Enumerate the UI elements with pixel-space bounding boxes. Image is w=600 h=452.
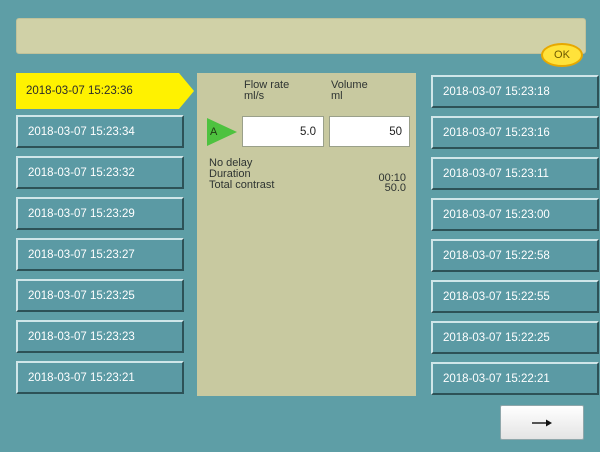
volume-header: Volume ml xyxy=(331,80,368,102)
volume-unit: ml xyxy=(331,90,343,102)
volume-value-field: 50 xyxy=(329,116,410,147)
total-contrast-value: 50.0 xyxy=(384,182,406,194)
history-item-right-2[interactable]: 2018-03-07 15:23:16 xyxy=(431,116,599,149)
history-item-selected[interactable]: 2018-03-07 15:23:36 xyxy=(16,73,194,109)
history-item-left-2[interactable]: 2018-03-07 15:23:32 xyxy=(16,156,184,189)
next-page-button[interactable] xyxy=(500,405,584,440)
total-contrast-label: Total contrast xyxy=(209,179,275,191)
flow-rate-unit: ml/s xyxy=(244,90,265,102)
history-item-right-4[interactable]: 2018-03-07 15:23:00 xyxy=(431,198,599,231)
message-bar xyxy=(16,18,586,54)
ok-button[interactable]: OK xyxy=(541,43,583,67)
history-item-left-5[interactable]: 2018-03-07 15:23:25 xyxy=(16,279,184,312)
history-item-left-4[interactable]: 2018-03-07 15:23:27 xyxy=(16,238,184,271)
history-item-right-6[interactable]: 2018-03-07 15:22:55 xyxy=(431,280,599,313)
history-item-right-8[interactable]: 2018-03-07 15:22:21 xyxy=(431,362,599,395)
history-item-right-5[interactable]: 2018-03-07 15:22:58 xyxy=(431,239,599,272)
flow-rate-header: Flow rate ml/s xyxy=(244,80,289,102)
history-item-left-3[interactable]: 2018-03-07 15:23:29 xyxy=(16,197,184,230)
right-arrow-icon xyxy=(532,419,552,426)
history-item-left-7[interactable]: 2018-03-07 15:23:21 xyxy=(16,361,184,394)
history-item-right-3[interactable]: 2018-03-07 15:23:11 xyxy=(431,157,599,190)
history-item-left-1[interactable]: 2018-03-07 15:23:34 xyxy=(16,115,184,148)
history-item-right-7[interactable]: 2018-03-07 15:22:25 xyxy=(431,321,599,354)
history-item-left-6[interactable]: 2018-03-07 15:23:23 xyxy=(16,320,184,353)
injector-history-screen: OK 2018-03-07 15:23:36 2018-03-07 15:23:… xyxy=(0,0,600,452)
flow-rate-value-field: 5.0 xyxy=(242,116,324,147)
phase-label: A xyxy=(210,126,218,138)
history-item-right-1[interactable]: 2018-03-07 15:23:18 xyxy=(431,75,599,108)
